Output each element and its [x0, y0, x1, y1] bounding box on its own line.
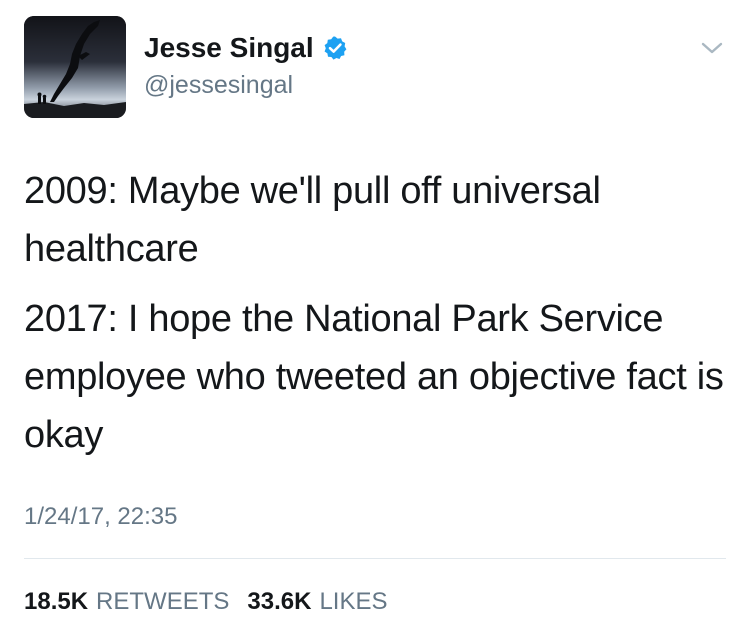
- tweet-text-paragraph-2: 2017: I hope the National Park Service e…: [24, 298, 724, 456]
- retweets-count: 18.5K: [24, 588, 89, 615]
- verified-badge-icon: [322, 35, 348, 61]
- tweet-stats: 18.5K RETWEETS 33.6K LIKES: [24, 584, 405, 620]
- name-row: Jesse Singal: [144, 30, 348, 66]
- tweet-timestamp[interactable]: 1/24/17, 22:35: [24, 497, 177, 537]
- tweet-card: Jesse Singal @jessesingal 2009: Maybe we…: [0, 0, 750, 642]
- author-block: Jesse Singal @jessesingal: [144, 30, 348, 102]
- avatar[interactable]: [24, 16, 126, 118]
- author-handle[interactable]: @jessesingal: [144, 68, 348, 102]
- tweet-header: Jesse Singal @jessesingal: [24, 16, 726, 120]
- tweet-text: 2009: Maybe we'll pull off universal hea…: [24, 162, 724, 464]
- chevron-down-icon[interactable]: [698, 38, 726, 58]
- author-display-name[interactable]: Jesse Singal: [144, 30, 314, 66]
- tweet-text-paragraph-1: 2009: Maybe we'll pull off universal hea…: [24, 170, 601, 270]
- likes-stat[interactable]: 33.6K LIKES: [247, 584, 387, 620]
- retweets-label: RETWEETS: [96, 588, 230, 615]
- retweets-stat[interactable]: 18.5K RETWEETS: [24, 584, 229, 620]
- likes-count: 33.6K: [247, 588, 312, 615]
- divider: [24, 558, 726, 559]
- avatar-image: [24, 16, 126, 118]
- likes-label: LIKES: [319, 588, 388, 615]
